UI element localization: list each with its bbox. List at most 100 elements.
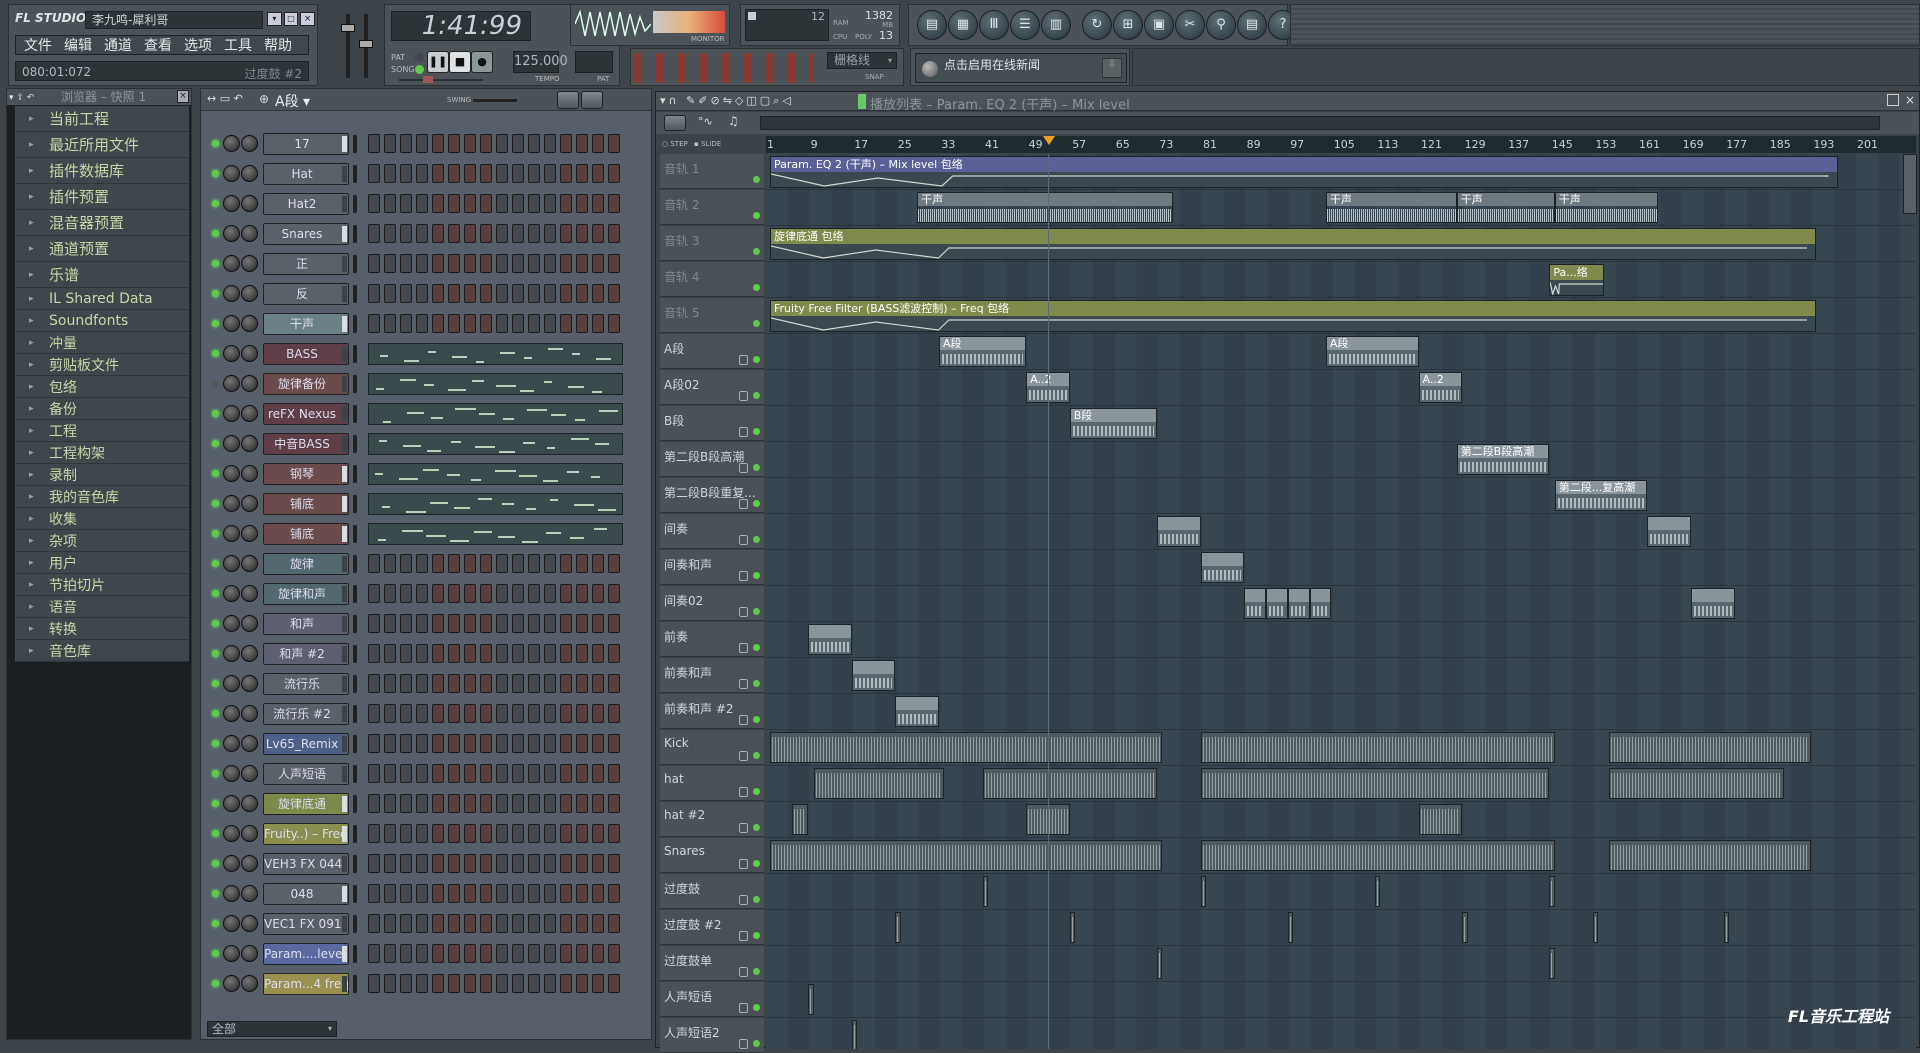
menu-item[interactable]: 工具: [224, 35, 252, 55]
step-button[interactable]: [608, 734, 620, 753]
channel-pan-knob[interactable]: [223, 375, 240, 392]
channel-volume-knob[interactable]: [241, 435, 258, 452]
track-mute-led[interactable]: [753, 608, 760, 615]
step-button[interactable]: [528, 854, 540, 873]
step-button[interactable]: [464, 704, 476, 723]
channel-enable-led[interactable]: [212, 230, 219, 237]
playlist-snap-button[interactable]: [664, 115, 686, 131]
track-header[interactable]: 人声短语: [660, 982, 764, 1017]
track-header[interactable]: 第二段B段高潮: [660, 442, 764, 477]
piano-roll-preview[interactable]: [368, 493, 623, 515]
track-header[interactable]: 前奏: [660, 622, 764, 657]
track-mute-led[interactable]: [753, 752, 760, 759]
browser-item[interactable]: ▸ 包络: [15, 376, 189, 398]
channel-name-button[interactable]: 铺底: [263, 523, 349, 545]
step-button[interactable]: [576, 884, 588, 903]
step-button[interactable]: [448, 614, 460, 633]
track-mute-led[interactable]: [753, 860, 760, 867]
channel-name-button[interactable]: 反: [263, 283, 349, 305]
step-button[interactable]: [512, 134, 524, 153]
song-position-marker[interactable]: [1042, 136, 1055, 145]
step-button[interactable]: [400, 974, 412, 993]
channel-name-button[interactable]: VEH3 FX 044: [263, 853, 349, 875]
track-header[interactable]: 音轨 5: [660, 298, 764, 333]
step-button[interactable]: [416, 554, 428, 573]
channel-enable-led[interactable]: [212, 770, 219, 777]
track-header[interactable]: 音轨 1: [660, 154, 764, 189]
step-button[interactable]: [560, 254, 572, 273]
step-button[interactable]: [496, 914, 508, 933]
step-button[interactable]: [368, 314, 380, 333]
channel-pan-knob[interactable]: [223, 255, 240, 272]
pattern-clip[interactable]: [791, 804, 809, 835]
pattern-clip[interactable]: [1200, 876, 1206, 907]
step-button[interactable]: [512, 914, 524, 933]
step-button[interactable]: [416, 644, 428, 663]
step-button[interactable]: [544, 674, 556, 693]
step-button[interactable]: [560, 674, 572, 693]
channel-pan-knob[interactable]: [223, 705, 240, 722]
channel-enable-led[interactable]: [212, 170, 219, 177]
step-button[interactable]: [384, 824, 396, 843]
browser-menu-icons[interactable]: ▾ ⇧ ↶: [9, 90, 34, 106]
step-button[interactable]: [448, 974, 460, 993]
channel-select-marker[interactable]: [342, 526, 347, 542]
step-button[interactable]: [496, 734, 508, 753]
step-button[interactable]: [384, 884, 396, 903]
channel-select-marker[interactable]: [342, 286, 347, 302]
step-button[interactable]: [560, 794, 572, 813]
step-button[interactable]: [608, 254, 620, 273]
step-button[interactable]: [448, 224, 460, 243]
channel-name-button[interactable]: 流行乐: [263, 673, 349, 695]
step-button[interactable]: [384, 584, 396, 603]
rack-menu-icons[interactable]: ↔ ▭ ↶: [207, 92, 243, 105]
pattern-clip[interactable]: [1691, 588, 1735, 619]
step-button[interactable]: [576, 944, 588, 963]
browser-item[interactable]: ▸ 乐谱: [15, 262, 189, 288]
pattern-number-display[interactable]: [575, 51, 613, 73]
automation-clip[interactable]: Param. EQ 2 (干声) – Mix level 包络: [770, 156, 1839, 188]
step-button[interactable]: [528, 584, 540, 603]
save-new-icon[interactable]: ⊞: [1113, 10, 1143, 40]
track-lock-icon[interactable]: [739, 859, 748, 869]
pattern-clip[interactable]: [1287, 588, 1310, 619]
step-button[interactable]: [560, 824, 572, 843]
pattern-clip[interactable]: 第二段...复高潮: [1554, 480, 1648, 511]
track-header[interactable]: 音轨 2: [660, 190, 764, 225]
step-button[interactable]: [544, 134, 556, 153]
step-button[interactable]: [592, 944, 604, 963]
step-button[interactable]: [592, 134, 604, 153]
pattern-clip[interactable]: [1156, 948, 1163, 979]
step-button[interactable]: [576, 284, 588, 303]
channel-pan-knob[interactable]: [223, 435, 240, 452]
step-button[interactable]: [592, 674, 604, 693]
step-button[interactable]: [480, 764, 492, 783]
channel-select-marker[interactable]: [342, 766, 347, 782]
channel-volume-knob[interactable]: [241, 825, 258, 842]
step-button[interactable]: [432, 314, 444, 333]
channel-volume-knob[interactable]: [241, 585, 258, 602]
step-button[interactable]: [432, 134, 444, 153]
step-button[interactable]: [608, 314, 620, 333]
channel-pan-knob[interactable]: [223, 855, 240, 872]
channel-name-button[interactable]: Param....level: [263, 943, 349, 965]
step-button[interactable]: [400, 914, 412, 933]
step-button[interactable]: [368, 884, 380, 903]
channel-pan-knob[interactable]: [223, 525, 240, 542]
step-button[interactable]: [480, 824, 492, 843]
step-button[interactable]: [416, 314, 428, 333]
step-button[interactable]: [368, 674, 380, 693]
step-button[interactable]: [464, 164, 476, 183]
step-button[interactable]: [592, 164, 604, 183]
step-button[interactable]: [464, 794, 476, 813]
step-button[interactable]: [384, 134, 396, 153]
step-button[interactable]: [400, 254, 412, 273]
channel-name-button[interactable]: 旋律: [263, 553, 349, 575]
channel-volume-knob[interactable]: [241, 495, 258, 512]
step-button[interactable]: [432, 764, 444, 783]
step-button[interactable]: [464, 314, 476, 333]
step-button[interactable]: [464, 614, 476, 633]
step-button[interactable]: [384, 674, 396, 693]
step-button[interactable]: [400, 794, 412, 813]
channel-select-marker[interactable]: [342, 586, 347, 602]
